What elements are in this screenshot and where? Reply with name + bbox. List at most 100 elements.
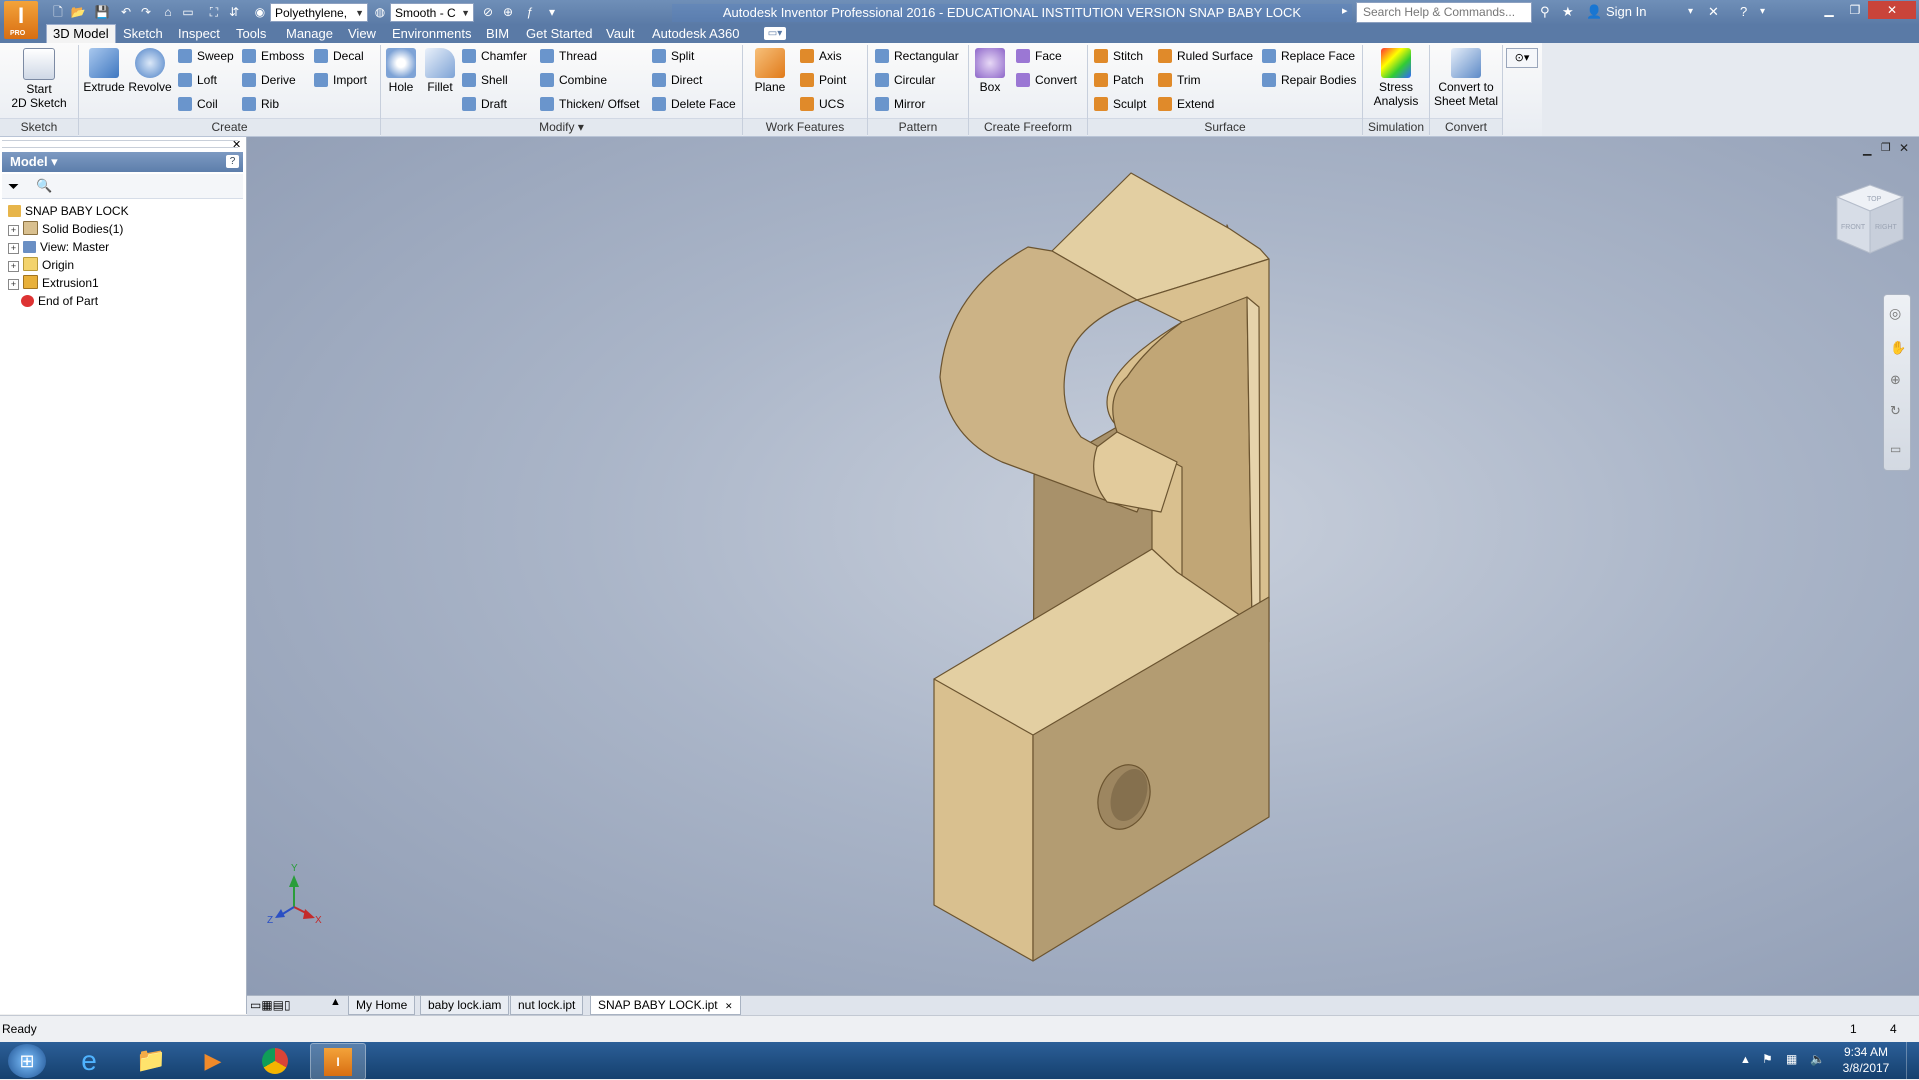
import-button[interactable]: Import [314,71,367,89]
hole-button[interactable]: Hole [383,48,419,94]
save-icon[interactable]: 💾 [94,4,110,20]
convert-to-sheet-metal-button[interactable]: Convert to Sheet Metal [1431,48,1501,108]
appearance-icon[interactable]: ◍ [372,4,388,20]
emboss-button[interactable]: Emboss [242,47,304,65]
tab-get-started[interactable]: Get Started [520,25,598,43]
doc-tab-nut-lock-ipt[interactable]: nut lock.ipt [510,996,584,1015]
patch-button[interactable]: Patch [1094,71,1144,89]
derive-button[interactable]: Derive [242,71,296,89]
tree-item-view-master[interactable]: + View: Master [8,238,109,256]
binoculars-icon[interactable]: ⚲ [1540,4,1550,20]
point-button[interactable]: Point [800,71,846,89]
sculpt-button[interactable]: Sculpt [1094,95,1146,113]
expand-icon[interactable]: + [8,261,19,272]
adjust-icon[interactable]: ⊕ [500,4,516,20]
expand-icon[interactable]: + [8,243,19,254]
quick-access-more-icon[interactable]: ▾ [544,4,560,20]
show-desktop-button[interactable] [1906,1042,1919,1079]
draft-button[interactable]: Draft [462,95,507,113]
filter-icon[interactable]: ⏷ [8,178,19,195]
fx-parameters-icon[interactable]: ƒ [522,4,538,20]
viewport-minimize-icon[interactable]: ▁ [1863,143,1871,156]
direct-button[interactable]: Direct [652,71,702,89]
network-icon[interactable]: ▦ [1786,1052,1797,1066]
action-center-icon[interactable]: ⚑ [1762,1052,1773,1066]
file-explorer-icon[interactable]: 📁 [124,1043,178,1078]
tab-view[interactable]: View [342,25,382,43]
tree-item-part[interactable]: SNAP BABY LOCK [8,202,129,220]
stitch-button[interactable]: Stitch [1094,47,1143,65]
coil-button[interactable]: Coil [178,95,218,113]
delete-face-button[interactable]: Delete Face [652,95,736,113]
ucs-button[interactable]: UCS [800,95,844,113]
ribbon-options-icon[interactable]: ▭▾ [764,27,786,40]
chrome-icon[interactable] [248,1043,302,1078]
tree-item-extrusion1[interactable]: + Extrusion1 [8,274,99,292]
open-file-icon[interactable]: 📂 [70,4,86,20]
trim-button[interactable]: Trim [1158,71,1201,89]
help-search-input[interactable]: Search Help & Commands... [1356,2,1532,23]
plane-button[interactable]: Plane [748,48,792,94]
circular-pattern-button[interactable]: Circular [875,71,935,89]
sign-in-dropdown-icon[interactable]: ▾ [1688,4,1693,20]
extend-button[interactable]: Extend [1158,95,1214,113]
new-file-icon[interactable]: 🗋 [50,4,66,20]
freeform-face-button[interactable]: Face [1016,47,1062,65]
fillet-button[interactable]: Fillet [421,48,459,94]
doc-tab-close-icon[interactable]: ✕ [725,1001,733,1011]
doc-tab-my-home[interactable]: My Home [348,996,416,1015]
rib-button[interactable]: Rib [242,95,279,113]
tile-layout-icon[interactable]: ▭▦▤▯ [250,998,291,1012]
browser-help-icon[interactable]: ? [226,155,239,168]
steering-wheel-icon[interactable]: ◎ [1889,305,1901,322]
freeform-convert-button[interactable]: Convert [1016,71,1077,89]
favorites-icon[interactable]: ★ [1562,4,1574,20]
tab-vault[interactable]: Vault [600,25,641,43]
tray-overflow-icon[interactable]: ▲ [1740,1054,1751,1066]
stress-analysis-button[interactable]: Stress Analysis [1366,48,1426,108]
redo-icon[interactable]: ↷ [138,4,154,20]
clock[interactable]: 9:34 AM 3/8/2017 [1836,1044,1896,1076]
sweep-button[interactable]: Sweep [178,47,234,65]
mirror-button[interactable]: Mirror [875,95,925,113]
thread-button[interactable]: Thread [540,47,597,65]
zoom-icon[interactable]: ⊕ [1890,372,1901,388]
orbit-icon[interactable]: ↻ [1890,403,1901,419]
minimize-button[interactable]: ▁ [1816,1,1842,19]
help-icon[interactable]: ? [1740,4,1747,20]
tab-bim[interactable]: BIM [480,25,515,43]
tree-item-origin[interactable]: + Origin [8,256,74,274]
browser-title-dropdown[interactable]: Model ▾ [2,152,243,172]
tab-list-icon[interactable]: ▲ [330,996,341,1008]
ribbon-customize-dropdown[interactable]: ⊙▾ [1506,48,1538,68]
visual-style-dropdown[interactable]: Smooth - C ▼ [390,3,474,22]
tab-tools[interactable]: Tools [230,25,272,43]
revolve-button[interactable]: Revolve [127,48,173,94]
media-player-icon[interactable]: ▶ [186,1043,240,1078]
search-expand-icon[interactable]: ▸ [1342,4,1348,17]
tab-3d-model[interactable]: 3D Model [46,24,116,44]
find-binoculars-icon[interactable]: 🔍 [36,178,52,194]
replace-face-button[interactable]: Replace Face [1262,47,1355,65]
start-button[interactable]: ⊞ [8,1044,46,1078]
split-button[interactable]: Split [652,47,694,65]
freeform-box-button[interactable]: Box [972,48,1008,94]
shell-button[interactable]: Shell [462,71,508,89]
loft-button[interactable]: Loft [178,71,217,89]
viewport-close-icon[interactable]: ✕ [1899,141,1909,155]
ruled-surface-button[interactable]: Ruled Surface [1158,47,1253,65]
select-icon[interactable]: ⛶ [206,4,222,20]
doc-tab-snap-baby-lock[interactable]: SNAP BABY LOCK.ipt ✕ [590,996,741,1015]
pan-icon[interactable]: ✋ [1890,340,1906,356]
doc-tab-baby-lock-iam[interactable]: baby lock.iam [420,996,510,1015]
tab-inspect[interactable]: Inspect [172,25,226,43]
help-dropdown-icon[interactable]: ▾ [1760,4,1765,20]
project-icon[interactable]: ▭ [180,4,196,20]
expand-icon[interactable]: + [8,225,19,236]
part-model-svg[interactable]: TOP FRONT RIGHT Y X Z [247,137,1919,995]
panel-close-icon[interactable]: ✕ [232,138,241,151]
start-2d-sketch-button[interactable]: Start 2D Sketch [6,48,72,110]
combine-button[interactable]: Combine [540,71,607,89]
tab-sketch[interactable]: Sketch [117,25,169,43]
decal-button[interactable]: Decal [314,47,364,65]
